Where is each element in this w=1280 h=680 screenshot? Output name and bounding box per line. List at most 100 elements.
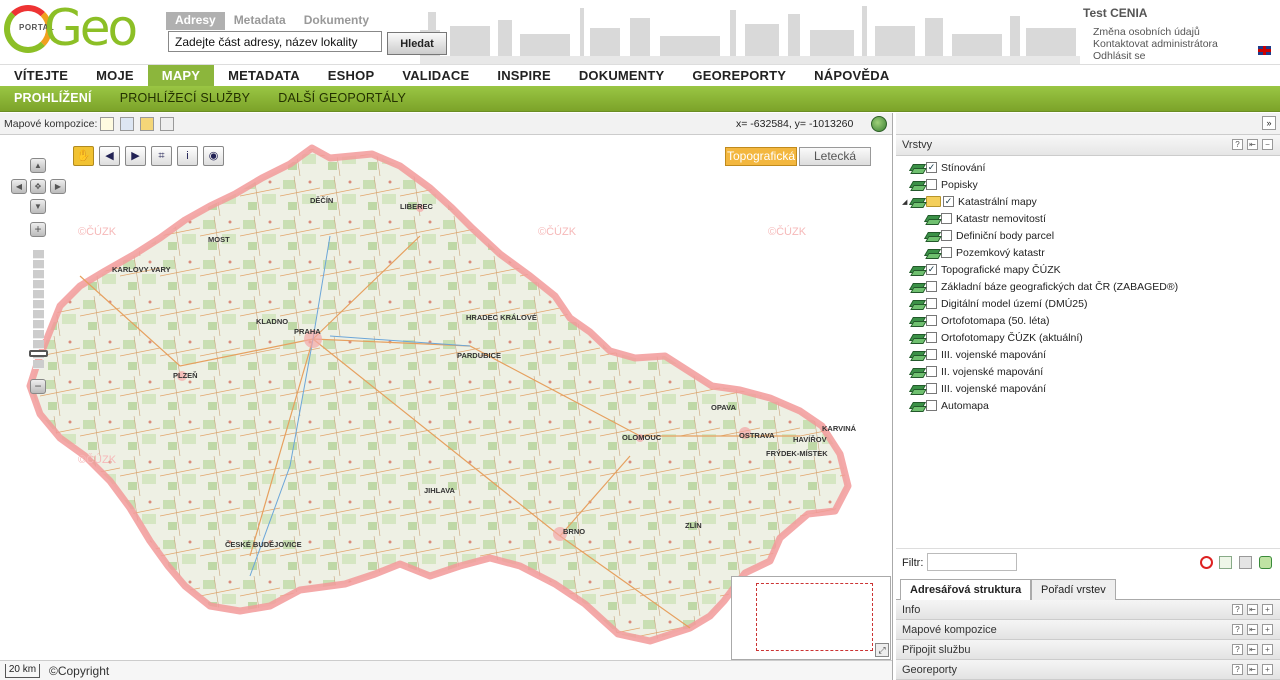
forward-arrow-icon[interactable]: ▶ <box>125 146 146 166</box>
nav-eshop[interactable]: ESHOP <box>314 65 389 87</box>
layer-checkbox[interactable] <box>926 332 937 343</box>
layer-checkbox[interactable] <box>926 281 937 292</box>
layer-item[interactable]: Digitální model území (DMÚ25) <box>902 295 1087 312</box>
minimize-icon[interactable]: − <box>1262 139 1273 150</box>
layer-item[interactable]: III. vojenské mapování <box>902 346 1046 363</box>
layer-item[interactable]: Základní báze geografických dat ČR (ZABA… <box>902 278 1178 295</box>
pan-up-icon[interactable]: ▲ <box>30 158 46 173</box>
subnav-prohlizeci-sluzby[interactable]: PROHLÍŽECÍ SLUŽBY <box>106 86 265 111</box>
zoom-slider-thumb[interactable] <box>29 350 48 357</box>
basemap-topographic-button[interactable]: Topografická <box>725 147 797 166</box>
layer-checkbox[interactable] <box>926 400 937 411</box>
help-icon[interactable]: ? <box>1232 139 1243 150</box>
layer-item[interactable]: ◢ ✓ Katastrální mapy <box>902 193 1037 210</box>
portal-geo-logo[interactable]: PORTAL Geo <box>4 0 138 61</box>
nav-mapy[interactable]: MAPY <box>147 65 215 87</box>
overview-resize-icon[interactable]: ⤢ <box>875 643 889 657</box>
globe-icon[interactable] <box>871 116 887 132</box>
layer-item[interactable]: III. vojenské mapování <box>902 380 1046 397</box>
layer-item[interactable]: Definiční body parcel <box>917 227 1054 244</box>
identify-globe-icon[interactable]: ◉ <box>203 146 224 166</box>
nav-napoveda[interactable]: NÁPOVĚDA <box>800 65 903 87</box>
print-icon[interactable] <box>160 117 174 131</box>
english-flag-icon[interactable] <box>1258 46 1271 55</box>
info-icon[interactable]: i <box>177 146 198 166</box>
layer-checkbox[interactable] <box>926 383 937 394</box>
nav-metadata[interactable]: METADATA <box>214 65 314 87</box>
undock-icon[interactable]: ⇤ <box>1247 644 1258 655</box>
layer-item[interactable]: Automapa <box>902 397 989 414</box>
help-icon[interactable]: ? <box>1232 644 1243 655</box>
layer-checkbox[interactable] <box>926 366 937 377</box>
layer-checkbox[interactable]: ✓ <box>943 196 954 207</box>
search-tab-addresses[interactable]: Adresy <box>166 12 225 30</box>
layer-checkbox[interactable] <box>926 315 937 326</box>
zoom-slider[interactable] <box>29 250 48 370</box>
tab-layer-order[interactable]: Pořadí vrstev <box>1031 579 1116 600</box>
layer-checkbox[interactable] <box>941 213 952 224</box>
layer-item[interactable]: ✓ Topografické mapy ČÚZK <box>902 261 1061 278</box>
nav-moje[interactable]: MOJE <box>82 65 148 87</box>
pan-right-icon[interactable]: ▶ <box>50 179 66 194</box>
search-tab-metadata[interactable]: Metadata <box>225 12 295 30</box>
undock-icon[interactable]: ⇤ <box>1247 664 1258 675</box>
accordion-section[interactable]: Připojit službu? ⇤ + <box>896 640 1280 660</box>
copyright-link[interactable]: ©Copyright <box>49 664 109 678</box>
overview-extent-box[interactable] <box>756 583 873 651</box>
back-arrow-icon[interactable]: ◀ <box>99 146 120 166</box>
accordion-section[interactable]: Mapové kompozice? ⇤ + <box>896 620 1280 640</box>
layer-checkbox[interactable] <box>941 247 952 258</box>
search-button[interactable]: Hledat <box>387 32 447 55</box>
search-input[interactable] <box>168 31 382 52</box>
zoom-out-icon[interactable]: − <box>30 379 46 394</box>
layer-item[interactable]: Katastr nemovitostí <box>917 210 1046 227</box>
expand-icon[interactable]: + <box>1262 664 1273 675</box>
overview-map[interactable]: ⤢ <box>731 576 891 660</box>
contact-admin-link[interactable]: Kontaktovat administrátora <box>1093 38 1273 50</box>
layer-checkbox[interactable]: ✓ <box>926 264 937 275</box>
save-icon[interactable] <box>120 117 134 131</box>
new-composition-icon[interactable] <box>100 117 114 131</box>
open-folder-icon[interactable] <box>140 117 154 131</box>
nav-georeporty[interactable]: GEOREPORTY <box>678 65 800 87</box>
expand-icon[interactable]: + <box>1262 624 1273 635</box>
basemap-aerial-button[interactable]: Letecká <box>799 147 871 166</box>
subnav-prohlizeni[interactable]: PROHLÍŽENÍ <box>0 86 106 111</box>
logout-link[interactable]: Odhlásit se <box>1093 50 1273 62</box>
layer-item[interactable]: II. vojenské mapování <box>902 363 1043 380</box>
pan-left-icon[interactable]: ◀ <box>11 179 27 194</box>
pan-down-icon[interactable]: ▼ <box>30 199 46 214</box>
filter-input[interactable] <box>927 553 1017 571</box>
search-tab-documents[interactable]: Dokumenty <box>295 12 378 30</box>
layer-checkbox[interactable] <box>926 298 937 309</box>
layer-item[interactable]: Popisky <box>902 176 978 193</box>
collapse-panel-icon[interactable]: » <box>1262 116 1276 130</box>
delete-layer-icon[interactable] <box>1239 556 1252 569</box>
layer-properties-icon[interactable] <box>1219 556 1232 569</box>
help-icon[interactable]: ? <box>1232 664 1243 675</box>
layer-checkbox[interactable]: ✓ <box>926 162 937 173</box>
pan-center-icon[interactable]: ✥ <box>30 179 46 194</box>
help-icon[interactable]: ? <box>1232 624 1243 635</box>
undock-icon[interactable]: ⇤ <box>1247 604 1258 615</box>
expand-icon[interactable]: + <box>1262 604 1273 615</box>
undock-icon[interactable]: ⇤ <box>1247 139 1258 150</box>
tab-directory-structure[interactable]: Adresářová struktura <box>900 579 1032 601</box>
accordion-section[interactable]: Georeporty? ⇤ + <box>896 660 1280 680</box>
nav-validace[interactable]: VALIDACE <box>388 65 483 87</box>
layer-item[interactable]: Ortofotomapy ČÚZK (aktuální) <box>902 329 1083 346</box>
measure-icon[interactable]: ⌗ <box>151 146 172 166</box>
edit-profile-link[interactable]: Změna osobních údajů <box>1093 26 1273 38</box>
layer-item[interactable]: ✓ Stínování <box>902 159 985 176</box>
expand-icon[interactable]: + <box>1262 644 1273 655</box>
layer-checkbox[interactable] <box>926 349 937 360</box>
nav-dokumenty[interactable]: DOKUMENTY <box>565 65 679 87</box>
help-icon[interactable]: ? <box>1232 604 1243 615</box>
clear-filter-icon[interactable] <box>1200 556 1213 569</box>
add-layer-icon[interactable] <box>1259 556 1272 569</box>
subnav-dalsi-geoportaly[interactable]: DALŠÍ GEOPORTÁLY <box>264 86 420 111</box>
layer-item[interactable]: Ortofotomapa (50. léta) <box>902 312 1050 329</box>
pan-hand-icon[interactable]: ✋ <box>73 146 94 166</box>
zoom-in-icon[interactable]: + <box>30 222 46 237</box>
layer-checkbox[interactable] <box>926 179 937 190</box>
